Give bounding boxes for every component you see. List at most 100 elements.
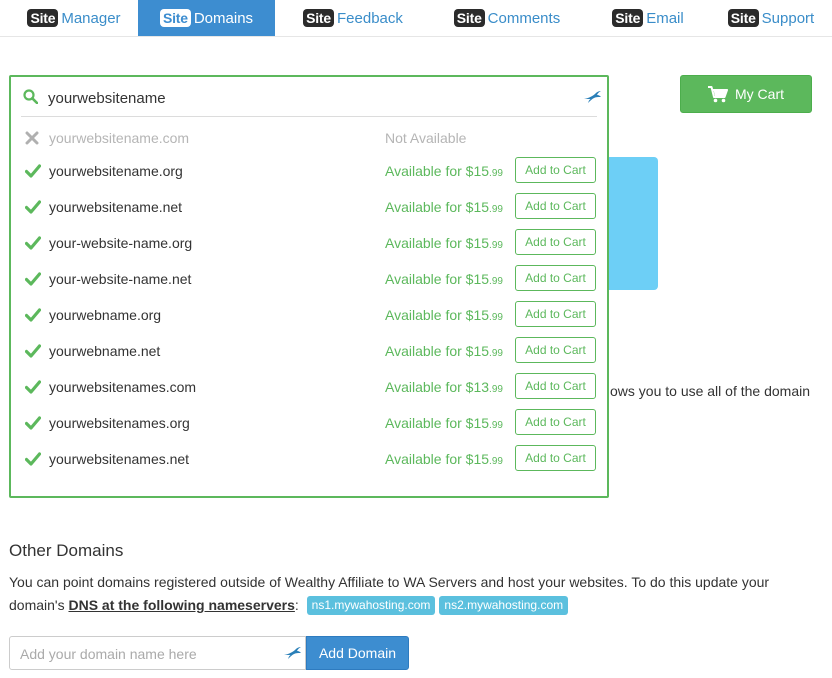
result-status: Available for $15.99	[385, 199, 503, 215]
price-dollars: Available for $13	[385, 379, 490, 395]
price-cents: .99	[489, 312, 503, 323]
nameserver-2-badge: ns2.mywahosting.com	[439, 596, 569, 615]
result-row: yourwebsitenames.com Available for $13.9…	[21, 370, 597, 406]
site-badge: Site	[612, 9, 644, 27]
check-icon	[25, 164, 41, 178]
add-to-cart-button[interactable]: Add to Cart	[515, 337, 596, 363]
price-dollars: Available for $15	[385, 451, 490, 467]
tab-label: Manager	[61, 9, 121, 27]
description-colon: :	[294, 597, 299, 613]
check-icon	[25, 200, 41, 214]
result-domain: yourwebname.org	[49, 307, 162, 323]
result-domain: yourwebname.net	[49, 343, 161, 359]
check-icon	[25, 272, 41, 286]
check-icon	[25, 416, 41, 430]
add-to-cart-button[interactable]: Add to Cart	[515, 193, 596, 219]
tab-site-support[interactable]: Site Support	[716, 0, 826, 36]
price-dollars: Available for $15	[385, 307, 490, 323]
result-row-not-available: yourwebsitename.com Not Available	[21, 121, 597, 157]
result-row: your-website-name.org Available for $15.…	[21, 226, 597, 262]
result-row: yourwebname.net Available for $15.99 Add…	[21, 334, 597, 370]
add-to-cart-button[interactable]: Add to Cart	[515, 265, 596, 291]
price-cents: .99	[489, 420, 503, 431]
tab-label: Support	[761, 9, 815, 27]
price-cents: .99	[489, 348, 503, 359]
site-badge: Site	[27, 9, 59, 27]
price-cents: .99	[489, 384, 503, 395]
result-row: yourwebsitename.org Available for $15.99…	[21, 154, 597, 190]
tab-site-comments[interactable]: Site Comments	[440, 0, 574, 36]
result-status: Available for $13.99	[385, 379, 503, 395]
my-cart-button[interactable]: My Cart	[680, 75, 812, 113]
tab-label: Email	[646, 9, 684, 27]
add-to-cart-button[interactable]: Add to Cart	[515, 445, 596, 471]
tab-site-feedback[interactable]: Site Feedback	[288, 0, 418, 36]
result-row: yourwebsitename.net Available for $15.99…	[21, 190, 597, 226]
price-cents: .99	[489, 204, 503, 215]
top-nav-tabs: Site Manager Site Domains Site Feedback …	[0, 0, 832, 37]
result-row: yourwebsitenames.org Available for $15.9…	[21, 406, 597, 442]
site-badge: Site	[159, 9, 191, 27]
domain-search-panel: yourwebsitename.com Not Available yourwe…	[9, 75, 609, 498]
cross-icon	[25, 131, 39, 145]
result-status: Available for $15.99	[385, 163, 503, 179]
tab-label: Domains	[193, 9, 254, 27]
result-status: Available for $15.99	[385, 307, 503, 323]
bird-icon[interactable]	[284, 646, 302, 660]
check-icon	[25, 380, 41, 394]
other-domains-description: You can point domains registered outside…	[9, 571, 809, 617]
result-row: your-website-name.net Available for $15.…	[21, 262, 597, 298]
result-domain: yourwebsitenames.com	[49, 379, 197, 395]
price-cents: .99	[489, 168, 503, 179]
result-status: Available for $15.99	[385, 235, 503, 251]
tab-site-domains[interactable]: Site Domains	[138, 0, 275, 36]
search-icon	[23, 89, 38, 104]
result-domain: yourwebsitenames.org	[49, 415, 190, 431]
add-to-cart-button[interactable]: Add to Cart	[515, 301, 596, 327]
result-domain: yourwebsitenames.net	[49, 451, 190, 467]
result-status: Available for $15.99	[385, 271, 503, 287]
domain-search-input[interactable]	[48, 87, 568, 109]
dns-nameservers-link[interactable]: DNS at the following nameservers	[68, 597, 294, 613]
nameserver-1-badge: ns1.mywahosting.com	[306, 596, 436, 615]
result-status: Available for $15.99	[385, 451, 503, 467]
site-badge: Site	[727, 9, 759, 27]
add-to-cart-button[interactable]: Add to Cart	[515, 229, 596, 255]
result-row: yourwebsitenames.net Available for $15.9…	[21, 442, 597, 478]
bird-icon[interactable]	[584, 90, 602, 104]
site-badge: Site	[453, 9, 485, 27]
add-domain-button[interactable]: Add Domain	[306, 636, 409, 670]
tab-label: Comments	[487, 9, 561, 27]
result-status: Available for $15.99	[385, 415, 503, 431]
add-domain-input-wrapper	[9, 636, 306, 670]
tab-label: Feedback	[337, 9, 403, 27]
other-domains-title: Other Domains	[9, 541, 124, 560]
add-to-cart-button[interactable]: Add to Cart	[515, 409, 596, 435]
check-icon	[25, 344, 41, 358]
result-domain: your-website-name.net	[49, 271, 192, 287]
result-domain: yourwebsitename.com	[49, 130, 190, 146]
result-row: yourwebname.org Available for $15.99 Add…	[21, 298, 597, 334]
result-domain: yourwebsitename.net	[49, 199, 183, 215]
tab-site-email[interactable]: Site Email	[596, 0, 700, 36]
domain-search-bar	[21, 79, 601, 117]
price-dollars: Available for $15	[385, 271, 490, 287]
check-icon	[25, 236, 41, 250]
price-dollars: Available for $15	[385, 235, 490, 251]
result-domain: yourwebsitename.org	[49, 163, 183, 179]
add-to-cart-button[interactable]: Add to Cart	[515, 373, 596, 399]
price-dollars: Available for $15	[385, 343, 490, 359]
my-cart-label: My Cart	[735, 86, 784, 102]
check-icon	[25, 452, 41, 466]
result-status: Available for $15.99	[385, 343, 503, 359]
shopping-cart-icon	[708, 85, 728, 102]
price-cents: .99	[489, 456, 503, 467]
result-domain: your-website-name.org	[49, 235, 193, 251]
add-domain-input[interactable]	[20, 644, 275, 664]
check-icon	[25, 308, 41, 322]
tab-site-manager[interactable]: Site Manager	[10, 0, 138, 36]
price-dollars: Available for $15	[385, 199, 490, 215]
add-to-cart-button[interactable]: Add to Cart	[515, 157, 596, 183]
price-cents: .99	[489, 276, 503, 287]
price-dollars: Available for $15	[385, 415, 490, 431]
